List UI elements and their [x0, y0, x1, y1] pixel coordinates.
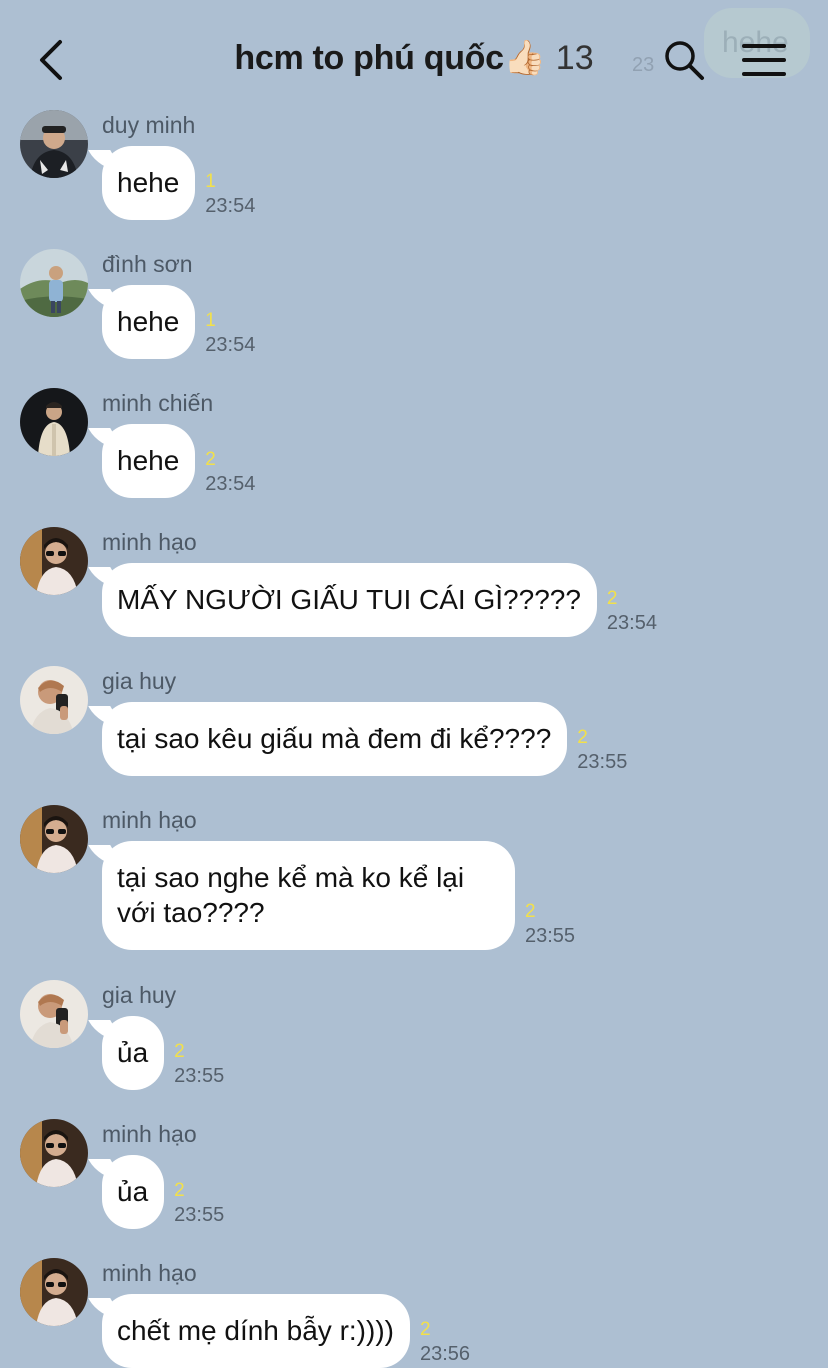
- message-bubble[interactable]: chết mẹ dính bẫy r:)))): [102, 1294, 410, 1368]
- sender-name: minh hạo: [102, 807, 197, 833]
- chat-title: hcm to phú quốc👍🏻: [234, 39, 546, 77]
- message-time: 23:54: [606, 612, 657, 634]
- sender-name: minh hạo: [102, 1121, 197, 1147]
- sender-name: minh hạo: [102, 1260, 197, 1286]
- message-bubble[interactable]: tại sao kêu giấu mà đem đi kể????: [102, 702, 568, 776]
- search-button[interactable]: [662, 38, 706, 82]
- unread-count: 2: [419, 1319, 431, 1340]
- unread-count: 2: [577, 727, 588, 748]
- avatar[interactable]: [20, 110, 88, 178]
- message-bubble[interactable]: hehe: [102, 285, 196, 359]
- sender-name: gia huy: [102, 668, 177, 694]
- message-time: 23:55: [174, 1065, 225, 1087]
- message-time: 23:54: [205, 195, 256, 217]
- message-time: 23:56: [419, 1343, 471, 1365]
- unread-count: 2: [174, 1180, 185, 1201]
- menu-button[interactable]: [740, 40, 788, 80]
- sender-name: đình sơn: [102, 251, 193, 277]
- avatar[interactable]: [20, 805, 88, 873]
- unread-count: 2: [174, 1041, 185, 1062]
- avatar[interactable]: [20, 666, 88, 734]
- message-bubble[interactable]: MẤY NGƯỜI GIẤU TUI CÁI GÌ?????: [102, 563, 597, 637]
- sender-name: minh chiến: [102, 390, 214, 416]
- avatar[interactable]: [20, 1119, 88, 1187]
- unread-count: 2: [606, 588, 618, 609]
- message-bubble[interactable]: ủa: [102, 1155, 165, 1229]
- message-time: 23:54: [205, 334, 256, 356]
- unread-count: 1: [205, 171, 216, 192]
- member-count: 13: [555, 39, 594, 77]
- unread-count: 2: [525, 901, 536, 922]
- chat-header: hehe 23 hcm to phú quốc👍🏻 13: [0, 0, 828, 110]
- unread-count: 2: [205, 449, 216, 470]
- hamburger-menu-icon: [742, 44, 786, 76]
- message-bubble[interactable]: tại sao nghe kể mà ko kể lại với tao????: [102, 841, 515, 950]
- message-bubble[interactable]: hehe: [102, 146, 196, 220]
- search-icon: [665, 41, 704, 80]
- avatar[interactable]: [20, 980, 88, 1048]
- avatar[interactable]: [20, 388, 88, 456]
- sender-name: minh hạo: [102, 529, 197, 555]
- sender-name: gia huy: [102, 982, 177, 1008]
- message-time: 23:55: [525, 925, 576, 947]
- message-time: 23:54: [205, 473, 256, 495]
- message-time: 23:55: [174, 1204, 225, 1226]
- message-bubble[interactable]: hehe: [102, 424, 196, 498]
- avatar[interactable]: [20, 249, 88, 317]
- message-time: 23:55: [577, 751, 628, 773]
- sender-name: duy minh: [102, 112, 196, 138]
- avatar[interactable]: [20, 527, 88, 595]
- message-bubble[interactable]: ủa: [102, 1016, 165, 1090]
- unread-count: 1: [205, 310, 216, 331]
- avatar[interactable]: [20, 1258, 88, 1326]
